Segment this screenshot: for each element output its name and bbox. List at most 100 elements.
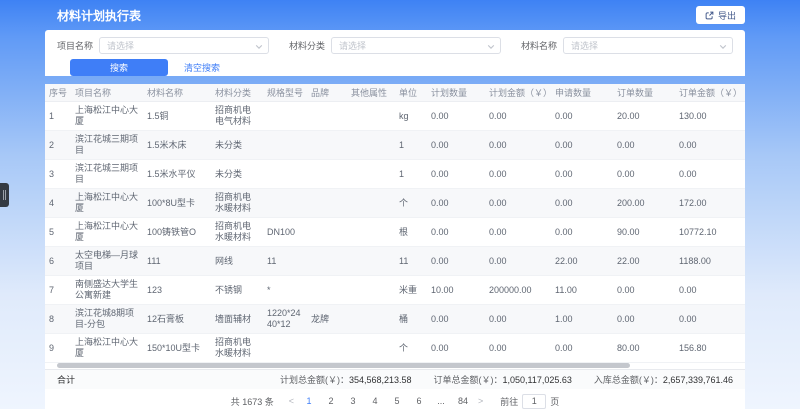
table-cell: 10.00 [427, 276, 485, 305]
table-cell: 80.00 [613, 334, 675, 363]
clear-search-link[interactable]: 清空搜索 [184, 61, 220, 74]
table-cell [263, 189, 307, 218]
horizontal-scrollbar [45, 363, 745, 369]
table-cell: 招商机电 水暖材料 [211, 334, 263, 363]
table-cell: DN100 [263, 218, 307, 247]
export-icon [705, 11, 714, 20]
table-cell: 7 [45, 276, 71, 305]
table-cell: 0.00 [613, 131, 675, 160]
table-cell: 0.00 [675, 305, 743, 334]
table-body: 1上海松江中心大厦1.5铜招商机电 电气材料kg0.000.000.0020.0… [45, 102, 745, 363]
table-cell [307, 218, 347, 247]
project-name-select[interactable]: 请选择 [99, 37, 269, 54]
column-header: 规格型号 [263, 84, 307, 102]
table-cell: 滨江花城三期项目 [71, 131, 143, 160]
table-cell: 上海松江中心大厦 [71, 189, 143, 218]
inbound-total-amount: 入库总金额(￥)：2,657,339,761.46 [594, 373, 733, 386]
filter-field-material-name: 材料名称 请选择 [521, 37, 733, 54]
material-category-select[interactable]: 请选择 [331, 37, 501, 54]
table-cell: 1.5铜 [143, 102, 211, 131]
table-cell: 招商机电 水暖材料 [211, 218, 263, 247]
table-cell: 22.00 [551, 247, 613, 276]
table-cell: 米重 [395, 276, 427, 305]
table-cell: 11 [263, 247, 307, 276]
pager-ellipsis[interactable]: ... [435, 396, 447, 406]
table-cell [347, 160, 395, 189]
table-cell: 滨江花城三期项目 [71, 160, 143, 189]
pager-page-3[interactable]: 3 [347, 396, 359, 406]
table-row: 1上海松江中心大厦1.5铜招商机电 电气材料kg0.000.000.0020.0… [45, 102, 745, 131]
filter-field-project: 项目名称 请选择 [57, 37, 269, 54]
table-cell: 0.00 [613, 305, 675, 334]
table-cell: 100*8U型卡 [143, 189, 211, 218]
column-header: 单位 [395, 84, 427, 102]
column-header: 材料分类 [211, 84, 263, 102]
table-cell [263, 160, 307, 189]
table-cell: 未分类 [211, 131, 263, 160]
export-button[interactable]: 导出 [696, 6, 745, 24]
table-cell [307, 247, 347, 276]
table-cell: 龙牌 [307, 305, 347, 334]
table-cell: 招商机电 电气材料 [211, 102, 263, 131]
table-cell [307, 276, 347, 305]
table-cell: 个 [395, 189, 427, 218]
column-header: 申请数量 [551, 84, 613, 102]
table-cell: 1188.00 [675, 247, 743, 276]
drawer-collapse-handle[interactable] [0, 183, 9, 207]
prev-page-button[interactable]: < [286, 396, 297, 406]
pager-page-84[interactable]: 84 [457, 396, 469, 406]
table-row: 5上海松江中心大厦100铸铁管O招商机电 水暖材料DN100根0.000.000… [45, 218, 745, 247]
table-cell: 0.00 [485, 305, 551, 334]
pager-page-6[interactable]: 6 [413, 396, 425, 406]
table-cell: 11.00 [551, 276, 613, 305]
material-category-placeholder: 请选择 [339, 39, 366, 52]
table-cell: 0.00 [427, 218, 485, 247]
next-page-button[interactable]: > [475, 396, 486, 406]
table-cell: 100铸铁管O [143, 218, 211, 247]
pager-page-1[interactable]: 1 [303, 396, 315, 406]
table-cell: 桶 [395, 305, 427, 334]
table-row: 8滨江花城8期项目-分包12石膏板墙面辅材1220*2440*12龙牌桶0.00… [45, 305, 745, 334]
top-header-bar: 材料计划执行表 导出 [45, 0, 745, 30]
summary-label: 合计 [57, 373, 75, 386]
table-cell: 1.5米水平仪 [143, 160, 211, 189]
table-cell: 111 [143, 247, 211, 276]
column-header: 其他属性 [347, 84, 395, 102]
table-cell: 200.00 [613, 189, 675, 218]
table-cell: 上海松江中心大厦 [71, 218, 143, 247]
table-cell: 12石膏板 [143, 305, 211, 334]
material-plan-table: 序号项目名称材料名称材料分类规格型号品牌其他属性单位计划数量计划金额（￥）申请数… [45, 84, 745, 363]
material-name-label: 材料名称 [521, 39, 557, 52]
pager-page-4[interactable]: 4 [369, 396, 381, 406]
table-cell: kg [395, 102, 427, 131]
table-cell: 3 [45, 160, 71, 189]
table-cell: 不锈钢 [211, 276, 263, 305]
pager-page-2[interactable]: 2 [325, 396, 337, 406]
table-cell [263, 131, 307, 160]
material-name-placeholder: 请选择 [571, 39, 598, 52]
table-cell: 123 [143, 276, 211, 305]
material-name-select[interactable]: 请选择 [563, 37, 733, 54]
goto-page-input[interactable] [522, 394, 546, 409]
table-cell [347, 218, 395, 247]
table-cell: 8 [45, 305, 71, 334]
plan-total-amount: 计划总金额(￥)：354,568,213.58 [280, 373, 412, 386]
table-cell: 根 [395, 218, 427, 247]
goto-page-label: 前往 [500, 395, 518, 408]
table-scroll-area[interactable]: 序号项目名称材料名称材料分类规格型号品牌其他属性单位计划数量计划金额（￥）申请数… [45, 84, 745, 363]
table-cell: 0.00 [613, 160, 675, 189]
table-cell: 0.00 [551, 160, 613, 189]
table-cell: 0.00 [551, 189, 613, 218]
pager-page-5[interactable]: 5 [391, 396, 403, 406]
table-cell [347, 102, 395, 131]
table-cell: 0.00 [551, 218, 613, 247]
table-cell: 22.00 [613, 247, 675, 276]
column-header-spacer [743, 84, 745, 102]
table-cell: 上海松江中心大厦 [71, 334, 143, 363]
horizontal-scrollbar-thumb[interactable] [57, 363, 630, 368]
table-cell: 太空电梯—月球项目 [71, 247, 143, 276]
table-cell-spacer [743, 276, 745, 305]
search-button[interactable]: 搜索 [70, 59, 168, 76]
table-cell: 0.00 [675, 160, 743, 189]
table-cell-spacer [743, 189, 745, 218]
